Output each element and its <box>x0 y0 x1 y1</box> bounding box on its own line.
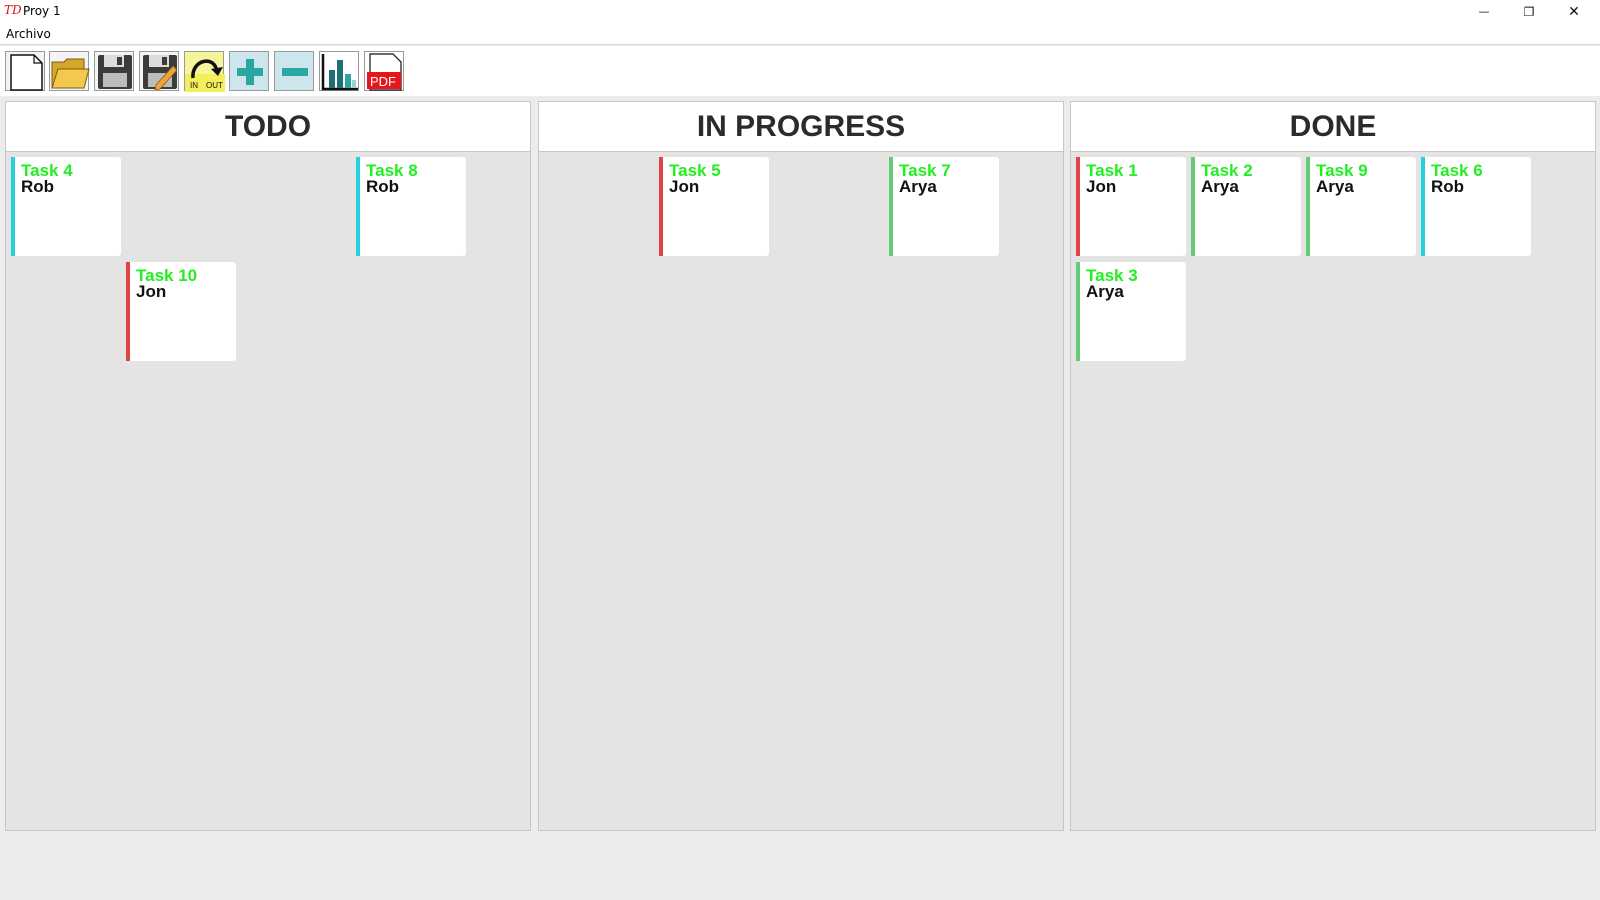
column-header-done: DONE <box>1071 102 1595 152</box>
card-owner: Jon <box>136 282 167 301</box>
in-label: IN <box>190 81 198 90</box>
task-card[interactable]: Task 1 Jon <box>1076 157 1186 256</box>
toolbar: IN OUT PDF <box>0 46 1600 96</box>
floppy-pencil-icon <box>143 55 178 91</box>
task-card[interactable]: Task 4 Rob <box>11 157 121 256</box>
window-title: Proy 1 <box>23 4 61 18</box>
card-accent-bar <box>659 157 663 256</box>
app-logo: TD <box>4 3 22 17</box>
column-header-todo: TODO <box>6 102 530 152</box>
card-accent-bar <box>11 157 15 256</box>
card-accent-bar <box>1421 157 1425 256</box>
save-button[interactable] <box>94 51 134 91</box>
card-owner: Rob <box>366 177 400 196</box>
column-in-progress: IN PROGRESS Task 5 Jon Task 7 Arya <box>538 101 1064 831</box>
floppy-disk-icon <box>98 55 132 89</box>
restore-icon: ❐ <box>1523 4 1535 19</box>
close-icon: ✕ <box>1568 3 1580 20</box>
statistics-button[interactable] <box>319 51 359 91</box>
card-owner: Rob <box>21 177 55 196</box>
remove-task-button[interactable] <box>274 51 314 91</box>
card-accent-bar <box>356 157 360 256</box>
card-accent-bar <box>1191 157 1195 256</box>
menu-archivo[interactable]: Archivo <box>6 27 51 41</box>
card-accent-bar <box>126 262 130 361</box>
card-accent-bar <box>889 157 893 256</box>
menu-bar: Archivo <box>0 23 1600 45</box>
save-as-button[interactable] <box>139 51 179 91</box>
card-accent-bar <box>1076 157 1080 256</box>
open-folder-button[interactable] <box>49 51 90 91</box>
close-button[interactable]: ✕ <box>1551 0 1597 23</box>
title-bar: TD Proy 1 — ❐ ✕ <box>0 0 1600 23</box>
task-card[interactable]: Task 9 Arya <box>1306 157 1416 256</box>
add-task-button[interactable] <box>229 51 269 91</box>
card-owner: Arya <box>1316 177 1354 196</box>
column-todo: TODO Task 4 Rob Task 8 Rob Task 10 Jon <box>5 101 531 831</box>
task-card[interactable]: Task 10 Jon <box>126 262 236 361</box>
restore-button[interactable]: ❐ <box>1506 0 1552 23</box>
import-export-button[interactable]: IN OUT <box>184 51 225 92</box>
task-card[interactable]: Task 6 Rob <box>1421 157 1531 256</box>
new-document-button[interactable] <box>5 51 45 91</box>
column-header-in-progress: IN PROGRESS <box>539 102 1063 152</box>
bar-chart-icon <box>321 54 358 91</box>
task-card[interactable]: Task 3 Arya <box>1076 262 1186 361</box>
folder-icon <box>51 58 90 89</box>
card-accent-bar <box>1076 262 1080 361</box>
minus-icon <box>282 68 308 76</box>
card-owner: Arya <box>1086 282 1124 301</box>
card-accent-bar <box>1306 157 1310 256</box>
export-pdf-button[interactable]: PDF <box>364 51 404 91</box>
task-card[interactable]: Task 8 Rob <box>356 157 466 256</box>
kanban-board: TODO Task 4 Rob Task 8 Rob Task 10 Jon I… <box>0 96 1600 900</box>
card-owner: Arya <box>899 177 937 196</box>
column-done: DONE Task 1 Jon Task 2 Arya Task 9 Arya … <box>1070 101 1596 831</box>
task-card[interactable]: Task 5 Jon <box>659 157 769 256</box>
card-owner: Jon <box>1086 177 1117 196</box>
card-owner: Jon <box>669 177 700 196</box>
minimize-icon: — <box>1478 5 1490 18</box>
task-card[interactable]: Task 2 Arya <box>1191 157 1301 256</box>
in-out-arrow-icon: IN OUT <box>185 59 225 92</box>
card-owner: Arya <box>1201 177 1239 196</box>
out-label: OUT <box>206 81 223 90</box>
task-card[interactable]: Task 7 Arya <box>889 157 999 256</box>
plus-icon <box>237 59 263 85</box>
blank-page-icon <box>10 54 43 91</box>
minimize-button[interactable]: — <box>1461 0 1507 23</box>
card-owner: Rob <box>1431 177 1465 196</box>
pdf-icon: PDF <box>367 53 402 91</box>
pdf-label: PDF <box>370 74 396 89</box>
